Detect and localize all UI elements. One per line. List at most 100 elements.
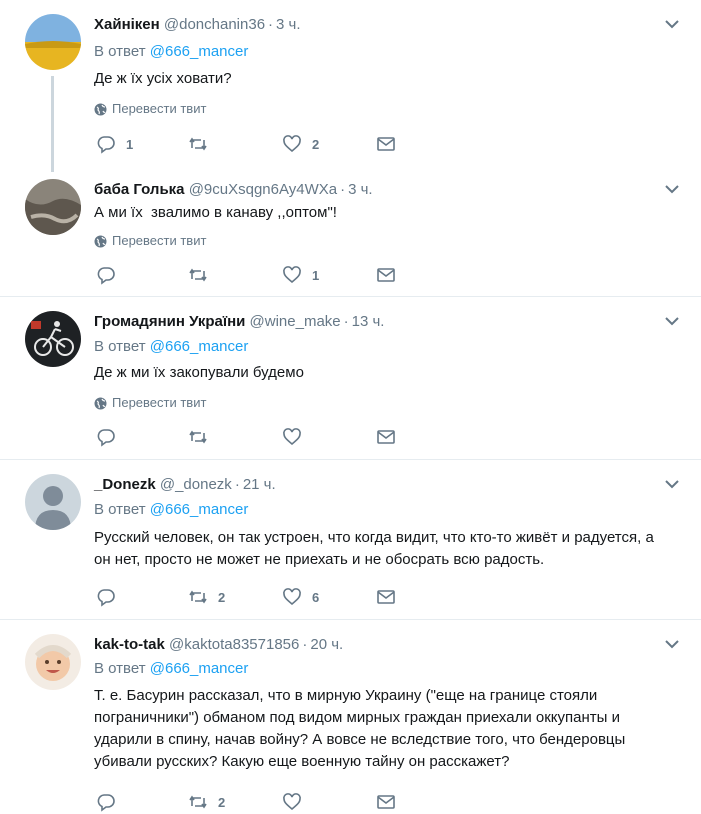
like-button[interactable]: 1 <box>282 265 319 285</box>
reply-context: В ответ @666_mancer <box>94 42 248 62</box>
username[interactable]: @kaktota83571856 <box>169 636 299 653</box>
separator-dot: · <box>268 16 274 33</box>
reply-button[interactable] <box>96 427 126 447</box>
like-button[interactable] <box>282 427 312 447</box>
chevron-down-icon[interactable] <box>663 180 681 198</box>
reply-icon <box>97 136 115 154</box>
reply-mention[interactable]: @666_mancer <box>150 43 249 60</box>
retweet-icon <box>189 268 207 282</box>
reply-mention[interactable]: @666_mancer <box>150 660 249 677</box>
wheat-field-avatar-icon <box>25 14 81 70</box>
reply-button[interactable] <box>96 587 126 607</box>
reply-context: В ответ @666_mancer <box>94 337 248 357</box>
globe-icon <box>94 235 107 247</box>
envelope-icon <box>377 268 395 282</box>
fullname[interactable]: kak-to-tak <box>94 636 165 653</box>
avatar[interactable] <box>25 14 81 70</box>
reply-button[interactable]: 1 <box>96 134 133 154</box>
reply-button[interactable] <box>96 265 126 285</box>
tweet[interactable]: kak-to-tak @kaktota83571856 · 20 ч. В отве… <box>0 620 701 812</box>
like-button[interactable] <box>282 792 312 812</box>
globe-icon <box>94 103 107 115</box>
timestamp[interactable]: 21 ч. <box>243 476 276 493</box>
translate-label: Перевести твит <box>112 395 207 410</box>
fullname[interactable]: Громадянин України <box>94 313 245 330</box>
chevron-down-icon[interactable] <box>663 475 681 493</box>
timestamp[interactable]: 3 ч. <box>276 16 301 33</box>
chevron-down-icon[interactable] <box>663 635 681 653</box>
message-button[interactable] <box>376 792 396 812</box>
timestamp[interactable]: 20 ч. <box>310 636 343 653</box>
username[interactable]: @wine_make <box>250 313 341 330</box>
fullname[interactable]: баба Голька <box>94 181 185 198</box>
separator-dot: · <box>340 181 346 198</box>
reply-icon <box>97 794 115 812</box>
avatar[interactable] <box>25 179 81 235</box>
heart-icon <box>283 135 301 153</box>
reply-prefix: В ответ <box>94 660 146 677</box>
reply-icon <box>97 589 115 607</box>
retweet-button[interactable]: 2 <box>188 792 225 812</box>
tweet[interactable]: баба Голька @9cuXsqgn6Ay4WXa · 3 ч. А ми ї… <box>0 165 701 297</box>
avatar[interactable] <box>25 474 81 530</box>
reply-button[interactable] <box>96 792 126 812</box>
translate-label: Перевести твит <box>112 101 207 116</box>
fullname[interactable]: Хайнікен <box>94 16 160 33</box>
message-button[interactable] <box>376 587 396 607</box>
envelope-icon <box>377 795 395 809</box>
avatar[interactable] <box>25 311 81 367</box>
like-count: 2 <box>312 136 320 152</box>
tweet-actions: 1 2 <box>94 134 404 156</box>
retweet-button[interactable] <box>188 265 218 285</box>
default-user-avatar-icon <box>25 474 81 530</box>
timestamp[interactable]: 13 ч. <box>352 313 385 330</box>
reply-mention[interactable]: @666_mancer <box>150 338 249 355</box>
retweet-button[interactable] <box>188 427 218 447</box>
like-button[interactable]: 6 <box>282 587 319 607</box>
tweet-text: Де ж ми їх закопували будемо <box>94 364 304 381</box>
tweet-header: Хайнікен @donchanin36 · 3 ч. <box>94 15 301 35</box>
message-button[interactable] <box>376 134 396 154</box>
translate-link[interactable]: Перевести твит <box>94 101 206 117</box>
tweet[interactable]: Хайнікен @donchanin36 · 3 ч. В ответ @666_… <box>0 0 701 172</box>
reply-mention[interactable]: @666_mancer <box>150 501 249 518</box>
tweet-text: Т. е. Басурин рассказал, что в мирную Ук… <box>94 687 630 770</box>
ground-photo-avatar-icon <box>25 179 81 235</box>
envelope-icon <box>377 590 395 604</box>
username[interactable]: @9cuXsqgn6Ay4WXa <box>189 181 337 198</box>
fullname[interactable]: _Donezk <box>94 476 156 493</box>
username[interactable]: @_donezk <box>160 476 232 493</box>
tweet[interactable]: _Donezk @_donezk · 21 ч. В ответ @666_manc… <box>0 460 701 620</box>
skeleton-bike-avatar-icon <box>25 311 81 367</box>
tweet-text: Русский человек, он так устроен, что ког… <box>94 529 658 568</box>
reply-count: 1 <box>126 136 134 152</box>
tweet-header: Громадянин України @wine_make · 13 ч. <box>94 312 384 332</box>
chevron-down-icon[interactable] <box>663 15 681 33</box>
reply-prefix: В ответ <box>94 338 146 355</box>
heart-icon <box>283 428 301 446</box>
message-button[interactable] <box>376 265 396 285</box>
like-count: 6 <box>312 589 320 605</box>
timestamp[interactable]: 3 ч. <box>348 181 373 198</box>
tweet[interactable]: Громадянин України @wine_make · 13 ч. В от… <box>0 297 701 460</box>
message-button[interactable] <box>376 427 396 447</box>
translate-label: Перевести твит <box>112 233 207 248</box>
separator-dot: · <box>234 476 240 493</box>
tweet-text: Де ж їх усіх ховати? <box>94 70 232 87</box>
reply-context: В ответ @666_mancer <box>94 659 248 679</box>
tweet-header: _Donezk @_donezk · 21 ч. <box>94 475 276 495</box>
tweet-actions: 1 <box>94 265 404 287</box>
translate-link[interactable]: Перевести твит <box>94 233 206 249</box>
tweet-header: kak-to-tak @kaktota83571856 · 20 ч. <box>94 635 343 655</box>
like-count: 1 <box>312 267 320 283</box>
username[interactable]: @donchanin36 <box>164 16 265 33</box>
avatar[interactable] <box>25 634 81 690</box>
translate-link[interactable]: Перевести твит <box>94 395 206 411</box>
chevron-down-icon[interactable] <box>663 312 681 330</box>
tweet-text: А ми їх звалимо в канаву ,,оптом"! <box>94 204 337 221</box>
retweet-button[interactable] <box>188 134 218 154</box>
baby-photo-avatar-icon <box>25 634 81 690</box>
like-button[interactable]: 2 <box>282 134 319 154</box>
retweet-button[interactable]: 2 <box>188 587 225 607</box>
separator-dot: · <box>302 636 308 653</box>
